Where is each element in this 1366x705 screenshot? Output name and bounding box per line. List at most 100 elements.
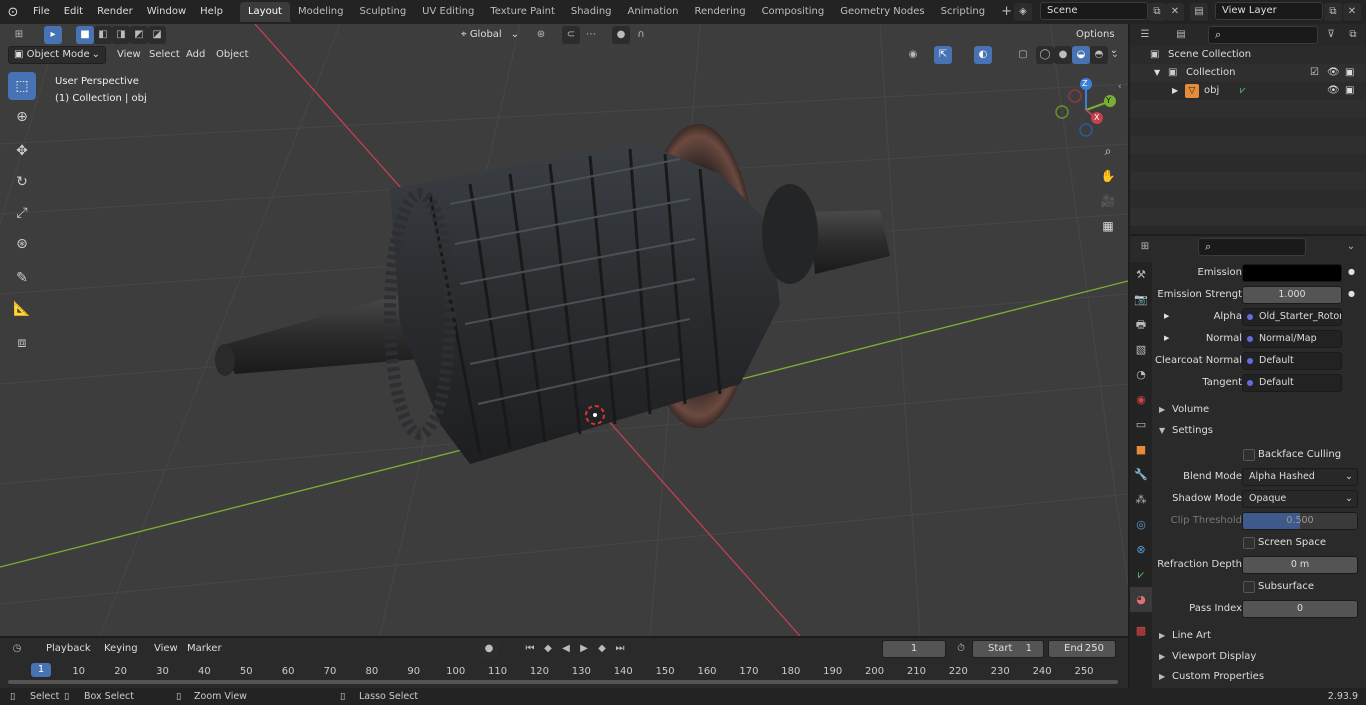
playhead[interactable]: 1 <box>31 663 51 677</box>
physics-tab-icon[interactable]: ◎ <box>1130 512 1152 537</box>
backface-culling-checkbox[interactable] <box>1243 449 1255 461</box>
outliner-row-collection[interactable]: ▼ ▣ Collection ☑ 👁 ▣ <box>1130 64 1366 82</box>
select-invert-icon[interactable]: ◩ <box>130 26 148 44</box>
ortho-toggle-icon[interactable]: ▦ <box>1097 215 1119 237</box>
view-layer-icon[interactable]: ▤ <box>1190 3 1208 21</box>
keyframe-dot-icon[interactable]: ● <box>1348 267 1355 276</box>
pivot-point-icon[interactable]: ⊛ <box>532 26 550 44</box>
display-mode-icon[interactable]: ▤ <box>1172 26 1190 44</box>
shadow-mode-dropdown[interactable]: Opaque ⌄ <box>1242 490 1358 508</box>
zoom-view-icon[interactable]: ⌕ <box>1097 140 1119 162</box>
auto-keying-icon[interactable]: ● <box>480 640 498 658</box>
properties-editor-type-icon[interactable]: ⊞ <box>1136 238 1154 256</box>
alpha-link-field[interactable]: Old_Starter_Rotor_R... <box>1242 308 1342 326</box>
visibility-eye-icon[interactable]: 👁 <box>1327 64 1340 82</box>
menu-edit[interactable]: Edit <box>57 0 90 24</box>
3d-viewport[interactable]: ⊞ ▸ ■ ◧ ◨ ◩ ◪ ⌖ Global ⌄ ⊛ ⊂ ⋯ ● ∩ Option… <box>0 24 1128 636</box>
volume-section-header[interactable]: ▶ Volume <box>1152 400 1366 420</box>
jump-start-icon[interactable]: ⏮ <box>521 640 539 658</box>
properties-options-icon[interactable]: ⌄ <box>1342 238 1360 256</box>
visibility-filter-icon[interactable]: ◉ <box>904 46 922 64</box>
delete-view-layer-icon[interactable]: ✕ <box>1343 3 1361 21</box>
subsurface-translucency-checkbox[interactable] <box>1243 581 1255 593</box>
play-reverse-icon[interactable]: ◀ <box>557 640 575 658</box>
tab-sculpting[interactable]: Sculpting <box>351 2 414 22</box>
collection-tab-icon[interactable]: ▭ <box>1130 412 1152 437</box>
transform-tool-icon[interactable]: ⊛ <box>8 230 36 258</box>
texture-tab-icon[interactable]: ▩ <box>1130 618 1152 643</box>
select-new-icon[interactable]: ■ <box>76 26 94 44</box>
scene-selector-icon[interactable]: ◈ <box>1014 3 1032 21</box>
new-view-layer-icon[interactable]: ⧉ <box>1324 3 1342 21</box>
tab-texture-paint[interactable]: Texture Paint <box>482 2 563 22</box>
expand-arrow-icon[interactable]: ▶ <box>1164 312 1169 320</box>
tab-shading[interactable]: Shading <box>563 2 620 22</box>
expand-arrow-icon[interactable]: ▶ <box>1172 82 1178 100</box>
menu-timeline-view[interactable]: View <box>150 640 182 658</box>
output-tab-icon[interactable]: 🖶 <box>1130 312 1152 337</box>
new-scene-icon[interactable]: ⧉ <box>1148 3 1166 21</box>
outliner-editor-type-icon[interactable]: ☰ <box>1136 26 1154 44</box>
select-intersect-icon[interactable]: ◪ <box>148 26 166 44</box>
render-tab-icon[interactable]: 📷 <box>1130 287 1152 312</box>
line-art-section-header[interactable]: ▶ Line Art <box>1152 626 1366 646</box>
menu-marker[interactable]: Marker <box>183 640 226 658</box>
jump-keyframe-forward-icon[interactable]: ◆ <box>593 640 611 658</box>
pan-view-icon[interactable]: ✋ <box>1097 165 1119 187</box>
menu-select[interactable]: Select <box>145 46 184 64</box>
snap-toggle-icon[interactable]: ⊂ <box>562 26 580 44</box>
emission-color-field[interactable] <box>1242 264 1342 282</box>
modifier-tab-icon[interactable]: 🔧 <box>1130 462 1152 487</box>
select-extend-icon[interactable]: ◧ <box>94 26 112 44</box>
render-camera-icon[interactable]: ▣ <box>1345 64 1354 82</box>
outliner-row-obj[interactable]: ▶ ▽ obj ⩗ 👁 ▣ <box>1130 82 1366 100</box>
backface-culling-row[interactable]: Backface Culling <box>1152 445 1366 465</box>
outliner-row-scene-collection[interactable]: ▣ Scene Collection <box>1130 46 1366 64</box>
mesh-data-icon[interactable]: ⩗ <box>1240 82 1246 100</box>
current-frame-field[interactable]: 1 <box>882 640 946 658</box>
rotate-tool-icon[interactable]: ↻ <box>8 168 36 196</box>
sidebar-toggle-icon[interactable]: ‹ <box>1118 82 1122 92</box>
camera-view-icon[interactable]: 🎥 <box>1097 190 1119 212</box>
solid-shading-icon[interactable]: ● <box>1054 46 1072 64</box>
blender-logo-icon[interactable]: ⊙ <box>0 5 26 20</box>
pass-index-field[interactable]: 0 <box>1242 600 1358 618</box>
editor-type-icon[interactable]: ⊞ <box>10 26 28 44</box>
view-layer-input[interactable]: View Layer <box>1215 2 1323 20</box>
tab-rendering[interactable]: Rendering <box>686 2 753 22</box>
keyframe-dot-icon[interactable]: ● <box>1348 289 1355 298</box>
material-shading-icon[interactable]: ◒ <box>1072 46 1090 64</box>
tab-compositing[interactable]: Compositing <box>754 2 833 22</box>
clearcoat-normal-field[interactable]: Default <box>1242 352 1342 370</box>
clip-threshold-slider[interactable]: 0.500 <box>1242 512 1358 530</box>
scale-tool-icon[interactable]: ⤢ <box>8 199 36 227</box>
particles-tab-icon[interactable]: ⁂ <box>1130 487 1152 512</box>
blend-mode-dropdown[interactable]: Alpha Hashed ⌄ <box>1242 468 1358 486</box>
menu-window[interactable]: Window <box>140 0 193 24</box>
emission-strength-field[interactable]: 1.000 <box>1242 286 1342 304</box>
expand-arrow-icon[interactable]: ▼ <box>1154 64 1160 82</box>
menu-file[interactable]: File <box>26 0 57 24</box>
material-tab-icon[interactable]: ◕ <box>1130 587 1152 612</box>
proportional-edit-icon[interactable]: ● <box>612 26 630 44</box>
normal-link-field[interactable]: Normal/Map <box>1242 330 1342 348</box>
cursor-tool-icon[interactable]: ⊕ <box>8 103 36 131</box>
tab-animation[interactable]: Animation <box>620 2 687 22</box>
select-box-mode-icon[interactable]: ▸ <box>44 26 62 44</box>
mode-dropdown[interactable]: ▣ Object Mode ⌄ <box>8 46 106 64</box>
exclude-checkbox-icon[interactable]: ☑ <box>1310 64 1319 82</box>
new-collection-icon[interactable]: ⧉ <box>1344 26 1362 44</box>
filter-icon[interactable]: ⊽ <box>1322 26 1340 44</box>
measure-tool-icon[interactable]: 📐 <box>8 295 36 323</box>
falloff-icon[interactable]: ∩ <box>632 26 650 44</box>
menu-render[interactable]: Render <box>90 0 140 24</box>
xray-toggle-icon[interactable]: ▢ <box>1014 46 1032 64</box>
tab-geometry-nodes[interactable]: Geometry Nodes <box>832 2 932 22</box>
rotor-object[interactable] <box>215 124 890 464</box>
scene-input[interactable]: Scene <box>1040 2 1148 20</box>
constraints-tab-icon[interactable]: ⊗ <box>1130 537 1152 562</box>
jump-keyframe-back-icon[interactable]: ◆ <box>539 640 557 658</box>
end-frame-field[interactable]: End 250 <box>1048 640 1116 658</box>
timeline-editor-type-icon[interactable]: ◷ <box>8 640 26 658</box>
visibility-eye-icon[interactable]: 👁 <box>1327 82 1340 100</box>
